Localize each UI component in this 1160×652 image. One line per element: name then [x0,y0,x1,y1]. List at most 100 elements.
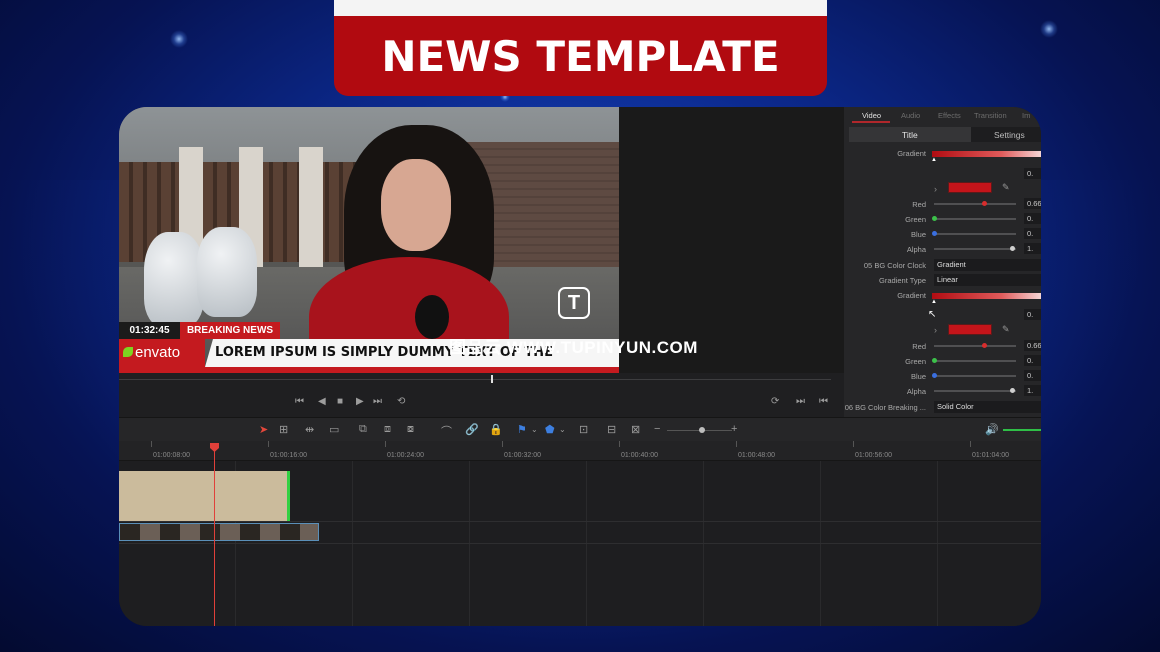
replace-clip-icon[interactable]: ⧇ [407,423,414,436]
red-slider-knob[interactable] [982,343,987,348]
playhead[interactable] [214,445,215,626]
trim-tool-icon[interactable]: ⊞ [279,423,288,436]
transport-controls: ⏮ ◀ ■ ▶ ⏭ ⟲ ⟳ ⏭ ⏮ [119,387,844,417]
video-clip[interactable] [119,523,319,541]
lock-icon[interactable]: 🔒 [489,423,503,436]
overlay-logo-icon: T [558,287,590,319]
loop-icon[interactable]: ⟲ [397,396,405,407]
tab-image[interactable]: Im [1022,111,1030,120]
tab-transition[interactable]: Transition [974,111,1007,120]
alpha-slider[interactable] [934,248,1016,250]
next-edit-icon[interactable]: ⏭ [796,396,805,407]
mouse-cursor-icon: ↖ [928,309,937,320]
stop-icon[interactable]: ■ [337,396,343,407]
eyedropper-icon[interactable]: ✎ [1002,182,1010,193]
snapping-icon[interactable]: ⌒ [441,423,452,439]
zoom-detail-icon[interactable]: ⊟ [607,423,616,436]
green-value[interactable]: 0. [1024,213,1041,224]
gradient-label: Gradient [897,149,926,158]
zoom-out-icon[interactable]: − [654,423,660,435]
blue-value[interactable]: 0. [1024,370,1041,381]
blue-slider[interactable] [934,233,1016,235]
chevron-down-icon[interactable]: ⌄ [559,425,566,434]
gradient-stop-icon[interactable]: ▲ [931,299,937,305]
alpha-value[interactable]: 1. [1024,243,1041,254]
scene-figure [144,232,204,327]
skip-start-icon[interactable]: ⏮ [295,396,304,407]
scrubber[interactable] [119,373,844,387]
tab-audio[interactable]: Audio [901,111,920,120]
title-clip[interactable] [119,471,289,521]
scene-microphone [415,295,449,339]
match-frame-icon[interactable]: ⟳ [771,396,779,407]
overwrite-clip-icon[interactable]: ⧈ [384,423,391,436]
insert-clip-icon[interactable]: ⧉ [359,423,367,436]
alpha-value[interactable]: 1. [1024,385,1041,396]
selection-tool-icon[interactable]: ➤ [259,423,268,436]
green-slider[interactable] [934,218,1016,220]
chevron-right-icon[interactable]: › [934,184,937,194]
gradient-type-select[interactable]: Linear [934,274,1041,286]
alpha-slider-knob[interactable] [1010,246,1015,251]
alpha-slider-knob[interactable] [1010,388,1015,393]
color-swatch[interactable] [948,182,992,193]
zoom-in-icon[interactable]: + [731,423,737,435]
ruler-label: 01:00:56:00 [855,452,892,459]
skip-end-icon[interactable]: ⏭ [373,396,382,407]
blue-slider-knob[interactable] [932,373,937,378]
edit-toolbar: ➤ ⊞ ⇹ ▭ ⧉ ⧈ ⧇ ⌒ 🔗 🔒 ⚑ ⌄ ⬟ ⌄ ⊡ ⊟ ⊠ − + 🔊 [119,417,1041,441]
brand-name: envato [135,344,181,361]
watermark-text: 图品云 WWW.TUPINYUN.COM [449,338,698,357]
link-icon[interactable]: 🔗 [465,423,479,436]
zoom-full-icon[interactable]: ⊡ [579,423,588,436]
tab-settings[interactable]: Settings [994,130,1025,140]
volume-slider[interactable] [1003,429,1041,431]
timeline-tracks[interactable] [119,461,1041,626]
play-icon[interactable]: ▶ [356,396,364,407]
red-slider[interactable] [934,345,1016,347]
red-value[interactable]: 0.666 [1024,340,1041,351]
volume-icon[interactable]: 🔊 [985,423,999,436]
eyedropper-icon[interactable]: ✎ [1002,324,1010,335]
tab-title[interactable]: Title [902,130,918,140]
tab-effects[interactable]: Effects [938,111,961,120]
gradient-bar[interactable] [932,293,1041,299]
zoom-custom-icon[interactable]: ⊠ [631,423,640,436]
green-value[interactable]: 0. [1024,355,1041,366]
tab-video[interactable]: Video [862,111,881,120]
chevron-right-icon[interactable]: › [934,325,937,335]
color-swatch[interactable] [948,324,992,335]
value-field[interactable]: 0. [1024,168,1041,179]
timeline-ruler[interactable]: 01:00:08:00 01:00:16:00 01:00:24:00 01:0… [119,441,1041,461]
green-slider-knob[interactable] [932,216,937,221]
red-slider[interactable] [934,203,1016,205]
red-value[interactable]: 0.666 [1024,198,1041,209]
ruler-label: 01:01:04:00 [972,452,1009,459]
zoom-slider-knob[interactable] [699,427,705,433]
blue-slider[interactable] [934,375,1016,377]
blue-slider-knob[interactable] [932,231,937,236]
blue-label: Blue [910,372,926,381]
red-slider-knob[interactable] [982,201,987,206]
title-banner: NEWS TEMPLATE [334,16,827,96]
bg-color-breaking-select[interactable]: Solid Color [934,401,1041,413]
prev-edit-icon[interactable]: ⏮ [819,396,828,407]
dynamic-trim-icon[interactable]: ⇹ [305,423,314,436]
bg-color-clock-select[interactable]: Gradient [934,259,1041,271]
alpha-slider[interactable] [934,390,1016,392]
blade-tool-icon[interactable]: ▭ [329,423,339,436]
blue-value[interactable]: 0. [1024,228,1041,239]
gradient-stop-icon[interactable]: ▲ [931,157,937,163]
marker-icon[interactable]: ⬟ [545,423,555,436]
flag-icon[interactable]: ⚑ [517,423,527,436]
chevron-down-icon[interactable]: ⌄ [531,425,538,434]
value-field[interactable]: 0. [1024,309,1041,320]
green-slider[interactable] [934,360,1016,362]
step-back-icon[interactable]: ◀ [318,396,326,407]
green-slider-knob[interactable] [932,358,937,363]
gradient-bar[interactable] [932,151,1041,157]
ruler-label: 01:00:40:00 [621,452,658,459]
scrubber-head[interactable] [491,375,493,383]
ruler-label: 01:00:08:00 [153,452,190,459]
clip-trim-handle[interactable] [287,471,290,521]
